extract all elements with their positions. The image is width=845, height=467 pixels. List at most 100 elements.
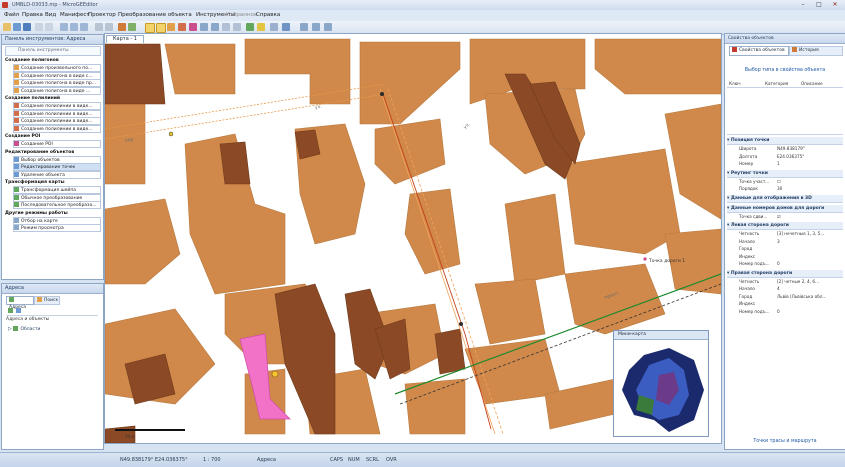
property-row[interactable]: Номер подъ... 0 <box>739 260 843 267</box>
menu-view[interactable]: Вид <box>45 12 56 18</box>
tool-group-header[interactable]: Создание полигонов <box>5 57 99 64</box>
zoom-out-icon[interactable] <box>105 23 113 31</box>
zoom-in-icon[interactable] <box>95 23 103 31</box>
poi-tool-icon[interactable] <box>189 23 197 31</box>
tool-group-header[interactable]: Трансформация карты <box>5 179 99 186</box>
minimap-panel[interactable]: Мини-карта <box>613 330 709 437</box>
edit-tool-icon[interactable] <box>156 23 166 33</box>
property-row[interactable]: Начало 4 <box>739 285 843 292</box>
tool-group-header[interactable]: Редактирование объектов <box>5 149 99 156</box>
tool-item[interactable]: Создание полигона в виде ... <box>13 86 101 95</box>
property-row[interactable]: Номер 1 <box>739 160 843 167</box>
menu-edit[interactable]: Правка <box>22 12 43 18</box>
polygon-tool-icon[interactable] <box>167 23 175 31</box>
property-value[interactable]: N49.838179° <box>777 146 805 151</box>
minimize-button[interactable]: – <box>796 1 810 9</box>
property-section-header[interactable]: ▾ Левая сторона дороги <box>727 222 843 230</box>
dropdown-icon[interactable] <box>270 23 278 31</box>
property-value[interactable]: 1 <box>777 161 780 166</box>
property-section-header[interactable]: ▾ Реутинг точки <box>727 169 843 178</box>
property-row[interactable]: Четность [3] нечетные 1, 3, 5... <box>739 230 843 237</box>
property-value[interactable]: 4 <box>777 286 780 291</box>
property-value[interactable]: [3] нечетные 1, 3, 5... <box>777 231 824 236</box>
property-row[interactable]: Долгота E24.036375° <box>739 153 843 160</box>
tool-item[interactable]: Удаление объекта <box>13 170 101 179</box>
copy-icon[interactable] <box>70 23 78 31</box>
tool-item[interactable]: Режим просмотра <box>13 224 101 232</box>
tool-item[interactable]: Последовательное преобразо... <box>13 201 101 209</box>
menu-file[interactable]: Файл <box>4 12 19 18</box>
address-icon[interactable] <box>233 23 241 31</box>
tab-history[interactable]: История <box>789 46 843 56</box>
property-row[interactable]: Начало 3 <box>739 238 843 245</box>
check-icon[interactable] <box>246 23 254 31</box>
settings-icon[interactable] <box>300 23 308 31</box>
redo-icon[interactable] <box>45 23 53 31</box>
grid-icon[interactable] <box>211 23 219 31</box>
property-value[interactable]: 3 <box>777 239 780 244</box>
panel-icon[interactable] <box>324 23 332 31</box>
menu-favorites[interactable]: Избранное <box>226 12 257 18</box>
tool-item[interactable]: Создание полилинии в виде... <box>13 124 101 133</box>
cut-icon[interactable] <box>60 23 68 31</box>
property-value[interactable]: Львів (Львівська обл... <box>777 294 826 299</box>
tool-group-header[interactable]: Создание полилиний <box>5 95 99 102</box>
layout-icon[interactable] <box>312 23 320 31</box>
refresh-icon[interactable] <box>16 308 21 313</box>
map-tab[interactable]: Карта - 1 <box>106 35 144 43</box>
measure-icon[interactable] <box>200 23 208 31</box>
maximize-button[interactable]: □ <box>812 1 826 9</box>
property-value[interactable]: 0 <box>777 261 780 266</box>
property-row[interactable]: Город Львів (Львівська обл... <box>739 293 843 300</box>
lightning-icon[interactable] <box>257 23 265 31</box>
property-section-header[interactable]: ▾ Данные для отображения в 3D <box>727 194 843 203</box>
minimap-canvas[interactable] <box>614 340 708 436</box>
property-row[interactable]: Номер подъ... 0 <box>739 308 843 315</box>
property-row[interactable]: Четность [2] четные 2, 4, 6... <box>739 278 843 285</box>
properties-header-link[interactable]: Выбор типа в свойства объекта <box>727 68 843 73</box>
window-icon[interactable] <box>282 23 290 31</box>
property-value[interactable]: E24.036375° <box>777 154 804 159</box>
tool-group-header[interactable]: Другие режимы работы <box>5 210 99 217</box>
property-section-header[interactable]: ▾ Данные номеров домов для дороги <box>727 204 843 213</box>
tool-item[interactable]: Создание POI <box>13 140 101 148</box>
map-icon[interactable] <box>128 23 136 31</box>
tab-search[interactable]: Поиск <box>34 296 60 305</box>
tab-object-properties[interactable]: Свойства объектов <box>729 46 789 56</box>
property-value[interactable]: ☑ <box>777 214 781 219</box>
property-value[interactable]: 30 <box>777 186 782 191</box>
property-row[interactable]: Город <box>739 245 843 252</box>
property-row[interactable]: Индекс <box>739 300 843 307</box>
menu-help[interactable]: Справка <box>256 12 280 18</box>
close-button[interactable]: ✕ <box>828 1 842 9</box>
undo-icon[interactable] <box>35 23 43 31</box>
polyline-tool-icon[interactable] <box>178 23 186 31</box>
property-section-header[interactable]: ▾ Правая сторона дороги <box>727 269 843 278</box>
paste-icon[interactable] <box>80 23 88 31</box>
layer-icon[interactable] <box>118 23 126 31</box>
property-value[interactable]: 0 <box>777 309 780 314</box>
menu-projector[interactable]: Проектор <box>88 12 116 18</box>
select-tool-icon[interactable] <box>145 23 155 33</box>
menu-transform[interactable]: Преобразование объекта <box>118 12 192 18</box>
tab-addresses[interactable]: Адреса <box>6 296 34 310</box>
save-icon[interactable] <box>23 23 31 31</box>
route-points-link[interactable]: Точки трасы и маршрута <box>727 439 843 444</box>
tool-group-header[interactable]: Создание POI <box>5 133 99 140</box>
add-address-icon[interactable] <box>8 308 13 313</box>
property-row[interactable]: Точка участ... ☐ <box>739 178 843 185</box>
route-icon[interactable] <box>222 23 230 31</box>
property-row[interactable]: Порядок 30 <box>739 185 843 192</box>
property-row[interactable]: Точка сдви... ☑ <box>739 213 843 220</box>
new-file-icon[interactable] <box>3 23 11 31</box>
open-icon[interactable] <box>13 23 21 31</box>
tree-item-regions[interactable]: ▷ Области <box>8 326 40 332</box>
property-section-header[interactable]: ▾ Позиция точки <box>727 137 843 145</box>
property-row[interactable]: Широта N49.838179° <box>739 145 843 152</box>
property-value[interactable]: ☐ <box>777 179 781 184</box>
route-point <box>459 322 463 326</box>
menu-manifest[interactable]: Манифест <box>60 12 90 18</box>
tool-search-box[interactable]: Панель инструменты <box>5 46 101 56</box>
property-value[interactable]: [2] четные 2, 4, 6... <box>777 279 819 284</box>
property-row[interactable]: Индекс <box>739 253 843 260</box>
